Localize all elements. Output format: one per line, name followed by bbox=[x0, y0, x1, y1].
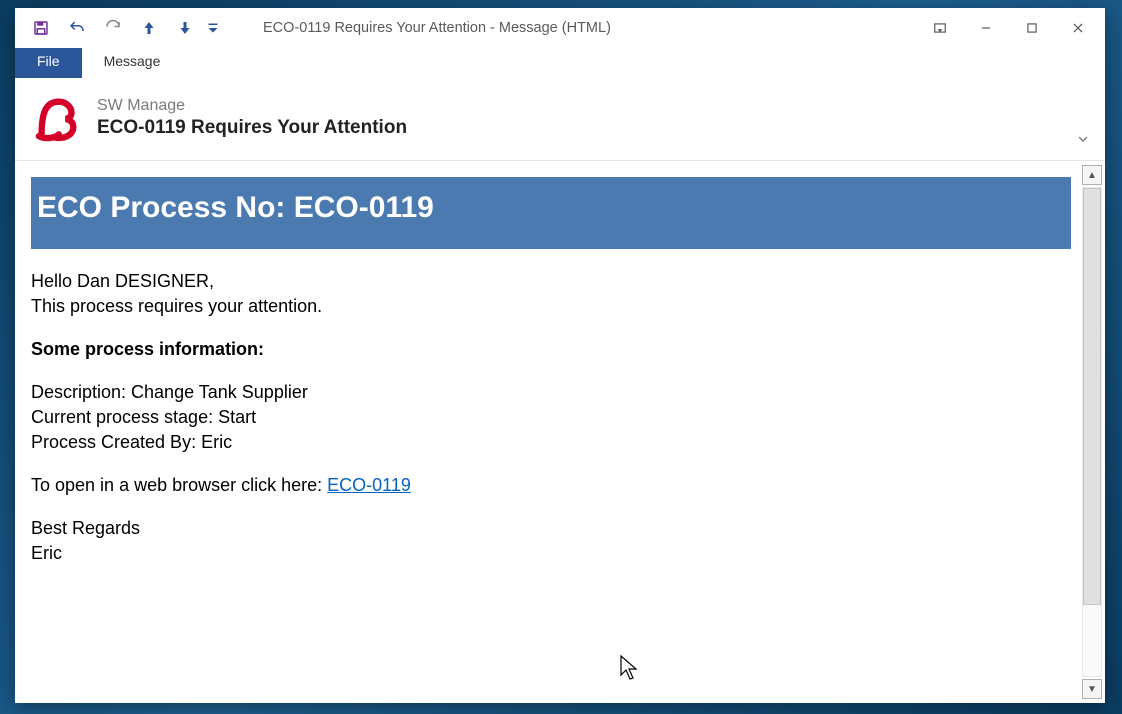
info-heading: Some process information: bbox=[31, 339, 1071, 360]
tab-message[interactable]: Message bbox=[82, 48, 183, 78]
message-header: SW Manage ECO-0119 Requires Your Attenti… bbox=[15, 78, 1105, 161]
sender-info: SW Manage ECO-0119 Requires Your Attenti… bbox=[97, 97, 407, 139]
scroll-down-button[interactable]: ▼ bbox=[1082, 679, 1102, 699]
regards-line-2: Eric bbox=[31, 543, 1071, 564]
sender-name: SW Manage bbox=[97, 97, 407, 115]
maximize-button[interactable] bbox=[1009, 13, 1055, 43]
message-body-area: ECO Process No: ECO-0119 Hello Dan DESIG… bbox=[15, 161, 1105, 703]
sender-avatar-icon bbox=[27, 88, 87, 148]
outlook-message-window: ECO-0119 Requires Your Attention - Messa… bbox=[15, 8, 1105, 703]
process-description: Description: Change Tank Supplier bbox=[31, 382, 1071, 403]
minimize-button[interactable] bbox=[963, 13, 1009, 43]
previous-item-icon[interactable] bbox=[131, 10, 167, 46]
open-process-link[interactable]: ECO-0119 bbox=[327, 475, 411, 495]
open-link-prefix: To open in a web browser click here: bbox=[31, 475, 327, 495]
scroll-track[interactable] bbox=[1082, 187, 1102, 677]
save-icon[interactable] bbox=[23, 10, 59, 46]
open-link-line: To open in a web browser click here: ECO… bbox=[31, 475, 1071, 496]
message-body: ECO Process No: ECO-0119 Hello Dan DESIG… bbox=[15, 161, 1081, 703]
redo-icon[interactable] bbox=[95, 10, 131, 46]
window-title: ECO-0119 Requires Your Attention - Messa… bbox=[223, 20, 917, 36]
title-bar: ECO-0119 Requires Your Attention - Messa… bbox=[15, 8, 1105, 48]
close-button[interactable] bbox=[1055, 13, 1101, 43]
ribbon-tabs: File Message bbox=[15, 48, 1105, 78]
scroll-thumb[interactable] bbox=[1083, 188, 1101, 605]
ribbon-display-options-icon[interactable] bbox=[917, 13, 963, 43]
next-item-icon[interactable] bbox=[167, 10, 203, 46]
scroll-up-button[interactable]: ▲ bbox=[1082, 165, 1102, 185]
expand-header-icon[interactable] bbox=[1075, 131, 1091, 152]
process-stage: Current process stage: Start bbox=[31, 407, 1071, 428]
attention-line: This process requires your attention. bbox=[31, 296, 1071, 317]
process-created-by: Process Created By: Eric bbox=[31, 432, 1071, 453]
tab-file[interactable]: File bbox=[15, 48, 82, 78]
regards-line-1: Best Regards bbox=[31, 518, 1071, 539]
customize-qat-icon[interactable] bbox=[203, 10, 223, 46]
vertical-scrollbar[interactable]: ▲ ▼ bbox=[1081, 161, 1105, 703]
greeting-line: Hello Dan DESIGNER, bbox=[31, 271, 1071, 292]
process-banner: ECO Process No: ECO-0119 bbox=[31, 177, 1071, 249]
undo-icon[interactable] bbox=[59, 10, 95, 46]
message-subject: ECO-0119 Requires Your Attention bbox=[97, 117, 407, 139]
